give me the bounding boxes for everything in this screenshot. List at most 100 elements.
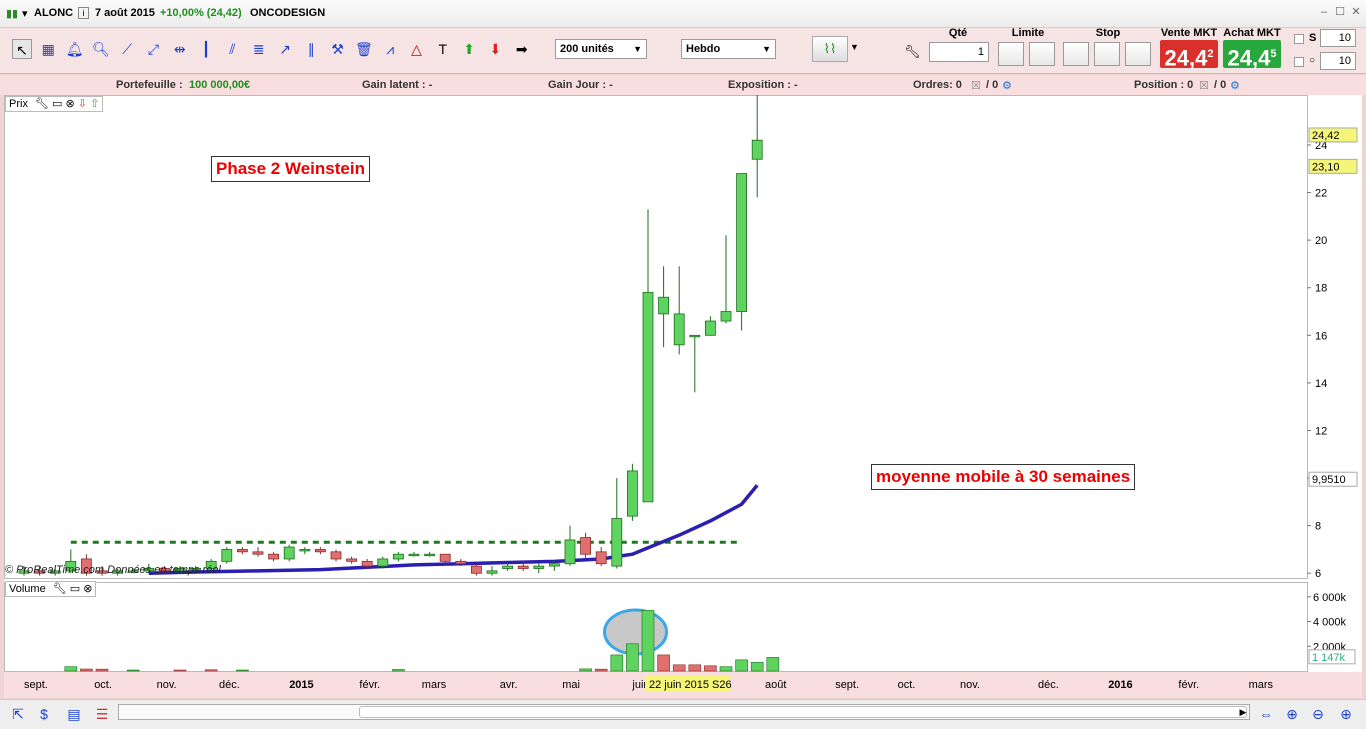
- volume-pane-label: Volume 🔧︎ ▭ ⊗: [5, 581, 97, 597]
- y-tick-label: 16: [1315, 330, 1327, 342]
- alarm-bell-icon[interactable]: 🔔︎: [65, 39, 85, 59]
- y-tick-label: 14: [1315, 378, 1327, 390]
- moving-average-annotation: moyenne mobile à 30 semaines: [871, 464, 1136, 490]
- bars-icon[interactable]: ☰: [92, 704, 112, 724]
- stop-mid-button[interactable]: [1094, 42, 1120, 66]
- channel-icon[interactable]: ⫽: [222, 39, 242, 59]
- maximize-button[interactable]: ☐: [1334, 6, 1346, 18]
- chart-area[interactable]: 68101214161820222424,4223,109,95106 000k…: [4, 95, 1362, 698]
- window-icon[interactable]: ▭: [70, 583, 80, 595]
- x-tick-label: nov.: [960, 679, 980, 691]
- candle-body: [268, 553, 280, 560]
- scroll-thumb[interactable]: [359, 706, 1247, 718]
- move-down-icon[interactable]: ⇩: [78, 98, 87, 110]
- close-pane-icon[interactable]: ⊗: [66, 98, 75, 110]
- candle-body: [517, 565, 529, 569]
- cursor-icon[interactable]: ↖: [12, 39, 32, 59]
- magnifier-icon[interactable]: 🔍︎: [91, 39, 111, 59]
- price-label: 23,10: [1312, 161, 1340, 173]
- chevron-down-icon[interactable]: ▼: [850, 42, 859, 52]
- portfolio-label: Portefeuille :: [116, 79, 183, 91]
- price-volume-chart[interactable]: 68101214161820222424,4223,109,95106 000k…: [4, 95, 1362, 698]
- horizontal-scrollbar[interactable]: [118, 704, 1250, 720]
- sell-market-button[interactable]: 24,42: [1160, 40, 1218, 70]
- trendline-icon[interactable]: ⟋: [117, 39, 137, 59]
- account-info-bar: Portefeuille : 100 000,00€ Gain latent :…: [0, 75, 1366, 95]
- wrench-icon[interactable]: 🔧︎: [53, 583, 67, 595]
- scroll-right-button[interactable]: ▶: [1236, 704, 1250, 720]
- symbol-label: ALONC: [34, 7, 74, 19]
- s-input[interactable]: 10: [1320, 29, 1356, 47]
- down-arrow-icon[interactable]: ⬇: [485, 39, 505, 59]
- wrench-icon[interactable]: 🔧︎: [904, 44, 921, 60]
- stop-label: Stop: [1095, 27, 1121, 39]
- right-arrow-icon[interactable]: ➡: [512, 39, 532, 59]
- wrench-icon[interactable]: 🔧︎: [35, 98, 49, 110]
- triangle-icon[interactable]: △: [407, 39, 427, 59]
- title-bar: ▮▮ ▾ ALONC i 7 août 2015 +10,00% (24,42)…: [0, 0, 1366, 28]
- x-tick-label: sept.: [835, 679, 859, 691]
- x-tick-label: oct.: [94, 679, 112, 691]
- zoom-in-icon[interactable]: ⊕: [1336, 704, 1356, 724]
- trash-icon[interactable]: 🗑︎: [354, 39, 374, 59]
- zoom-fit-icon[interactable]: ⊕: [1282, 704, 1302, 724]
- ray-icon[interactable]: ⤢: [144, 39, 164, 59]
- volume-bar: [610, 654, 624, 672]
- ruler-icon[interactable]: ▦: [38, 39, 58, 59]
- position-cancel-icon[interactable]: ☒: [1199, 79, 1209, 92]
- company-label: ONCODESIGN: [250, 7, 326, 19]
- buy-market-button[interactable]: 24,45: [1223, 40, 1281, 70]
- volume-bar: [719, 666, 733, 672]
- info-icon[interactable]: i: [78, 7, 89, 19]
- horizontal-line-icon[interactable]: ⇹: [170, 39, 190, 59]
- fit-icon[interactable]: ⇔: [1256, 704, 1276, 724]
- chevron-down-icon[interactable]: ▾: [22, 7, 28, 20]
- gain-latent: Gain latent : -: [362, 79, 433, 91]
- volume-bar: [735, 659, 748, 672]
- gear-icon[interactable]: ⚙: [1230, 79, 1240, 92]
- gain-jour: Gain Jour : -: [548, 79, 613, 91]
- volume-bar: [750, 662, 764, 672]
- quantity-select[interactable]: 200 unités ▼: [555, 39, 647, 59]
- price-dollar-icon[interactable]: $: [34, 704, 54, 724]
- s-checkbox[interactable]: [1294, 34, 1304, 44]
- quantity-input[interactable]: 1: [929, 42, 989, 62]
- x-tick-label: sept.: [24, 679, 48, 691]
- stop-buy-button[interactable]: [1063, 42, 1089, 66]
- volume-bar: [766, 657, 780, 672]
- move-up-icon[interactable]: ⇧: [90, 98, 99, 110]
- indicators-button[interactable]: ⌇⌇: [812, 36, 848, 62]
- a-input[interactable]: 10: [1320, 52, 1356, 70]
- parallel-icon[interactable]: ∥: [301, 39, 321, 59]
- orders-cancel-icon[interactable]: ☒: [971, 79, 981, 92]
- vertical-line-icon[interactable]: ┃: [196, 39, 216, 59]
- minimize-button[interactable]: –: [1318, 6, 1330, 18]
- candle-body: [439, 553, 451, 562]
- candle-body: [236, 549, 248, 553]
- window-icon[interactable]: ▭: [52, 98, 62, 110]
- candle-body: [377, 558, 389, 567]
- cursor-icon[interactable]: ⇱: [8, 704, 28, 724]
- candle-body: [673, 313, 685, 346]
- gear-icon[interactable]: ⚙: [1002, 79, 1012, 92]
- period-select[interactable]: Hebdo ▼: [681, 39, 776, 59]
- close-pane-icon[interactable]: ⊗: [83, 583, 92, 595]
- hammer-icon[interactable]: ⚒: [328, 39, 348, 59]
- text-icon[interactable]: T: [433, 39, 453, 59]
- up-arrow-icon[interactable]: ⬆: [459, 39, 479, 59]
- fibonacci-icon[interactable]: ≣: [249, 39, 269, 59]
- x-tick-label: févr.: [1178, 679, 1199, 691]
- stop-sell-button[interactable]: [1125, 42, 1151, 66]
- a-checkbox[interactable]: [1294, 57, 1304, 67]
- x-tick-label: déc.: [219, 679, 240, 691]
- report-icon[interactable]: ▤: [64, 704, 84, 724]
- chart-type-icon[interactable]: ▮▮: [6, 7, 18, 20]
- x-tick-label: mai: [562, 679, 580, 691]
- limit-sell-button[interactable]: [1029, 42, 1055, 66]
- close-button[interactable]: ✕: [1350, 6, 1362, 18]
- limit-buy-button[interactable]: [998, 42, 1024, 66]
- pattern-icon[interactable]: ⩘: [380, 39, 400, 59]
- candle-body: [627, 470, 638, 517]
- zoom-out-icon[interactable]: ⊖: [1308, 704, 1328, 724]
- arrow-icon[interactable]: ↗: [275, 39, 295, 59]
